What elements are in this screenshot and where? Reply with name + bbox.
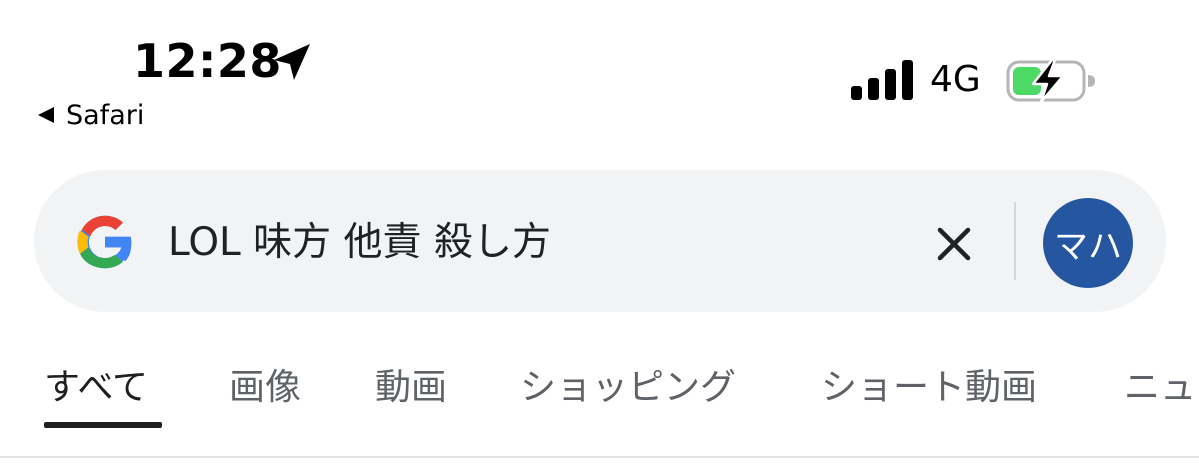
- tabs-divider: [0, 456, 1199, 458]
- search-query[interactable]: LOL 味方 他責 殺し方: [168, 218, 551, 268]
- search-tabs: すべて 画像 動画 ショッピング ショート動画 ニュ: [0, 360, 1199, 430]
- tab-news[interactable]: ニュ: [1124, 360, 1196, 416]
- tab-shopping[interactable]: ショッピング: [520, 360, 736, 416]
- back-to-app-button[interactable]: Safari: [36, 98, 144, 132]
- cellular-signal-icon: [851, 60, 913, 100]
- back-triangle-icon: [38, 107, 54, 123]
- tab-short-videos[interactable]: ショート動画: [821, 360, 1037, 416]
- account-avatar[interactable]: マハ: [1043, 198, 1133, 288]
- search-divider: [1014, 202, 1016, 280]
- network-type: 4G: [930, 59, 981, 100]
- tab-images[interactable]: 画像: [229, 360, 301, 416]
- back-app-label: Safari: [66, 99, 145, 131]
- location-arrow-icon: [274, 44, 310, 80]
- tab-all[interactable]: すべて: [44, 360, 148, 416]
- tab-videos[interactable]: 動画: [375, 360, 447, 416]
- google-g-icon: [77, 215, 134, 269]
- close-icon: [937, 227, 971, 261]
- clear-search-button[interactable]: [928, 218, 980, 270]
- status-time: 12:28: [133, 34, 282, 88]
- active-tab-indicator: [44, 422, 162, 428]
- battery-charging-icon: [1006, 58, 1095, 104]
